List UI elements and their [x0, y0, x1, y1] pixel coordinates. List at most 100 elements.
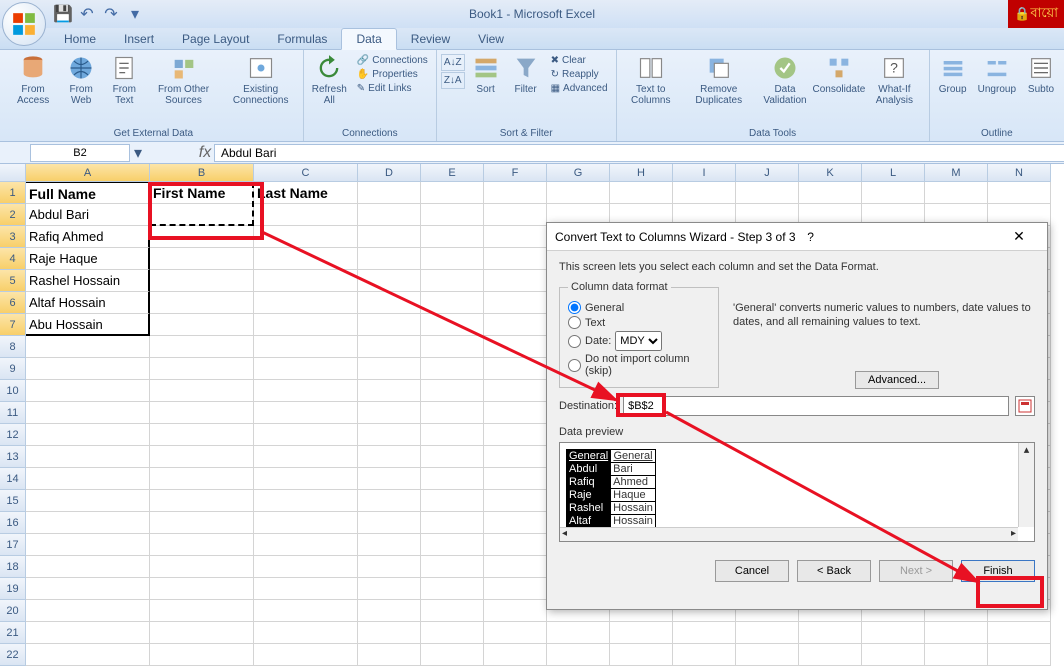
cell-E15[interactable]: [421, 490, 484, 512]
subtotal-button[interactable]: Subto: [1022, 52, 1060, 97]
next-button[interactable]: Next >: [879, 560, 953, 582]
cell-A3[interactable]: Rafiq Ahmed: [26, 226, 150, 248]
cell-F5[interactable]: [484, 270, 547, 292]
cell-I1[interactable]: [673, 182, 736, 204]
cell-B20[interactable]: [150, 600, 254, 622]
cell-I21[interactable]: [673, 622, 736, 644]
cell-D9[interactable]: [358, 358, 421, 380]
row-header-9[interactable]: 9: [0, 358, 26, 380]
radio-general[interactable]: General: [568, 301, 710, 314]
sort-asc-button[interactable]: A↓Z: [441, 54, 465, 71]
cell-B9[interactable]: [150, 358, 254, 380]
cell-E4[interactable]: [421, 248, 484, 270]
cell-B8[interactable]: [150, 336, 254, 358]
row-header-16[interactable]: 16: [0, 512, 26, 534]
col-header-H[interactable]: H: [610, 164, 673, 182]
cell-F4[interactable]: [484, 248, 547, 270]
cell-F14[interactable]: [484, 468, 547, 490]
back-button[interactable]: < Back: [797, 560, 871, 582]
reapply-button[interactable]: ↻Reapply: [547, 68, 612, 81]
cell-C18[interactable]: [254, 556, 358, 578]
col-header-B[interactable]: B: [150, 164, 254, 182]
cell-B19[interactable]: [150, 578, 254, 600]
date-format-select[interactable]: MDY: [615, 331, 662, 351]
row-header-12[interactable]: 12: [0, 424, 26, 446]
cell-M22[interactable]: [925, 644, 988, 666]
cell-A17[interactable]: [26, 534, 150, 556]
cell-A9[interactable]: [26, 358, 150, 380]
row-header-7[interactable]: 7: [0, 314, 26, 336]
cell-E21[interactable]: [421, 622, 484, 644]
cell-F18[interactable]: [484, 556, 547, 578]
col-header-L[interactable]: L: [862, 164, 925, 182]
cell-M1[interactable]: [925, 182, 988, 204]
cell-G21[interactable]: [547, 622, 610, 644]
cell-C14[interactable]: [254, 468, 358, 490]
cell-C7[interactable]: [254, 314, 358, 336]
cell-D4[interactable]: [358, 248, 421, 270]
select-all-corner[interactable]: [0, 164, 26, 182]
col-header-M[interactable]: M: [925, 164, 988, 182]
cell-E9[interactable]: [421, 358, 484, 380]
cell-A14[interactable]: [26, 468, 150, 490]
cell-B3[interactable]: [150, 226, 254, 248]
cell-D15[interactable]: [358, 490, 421, 512]
cell-J22[interactable]: [736, 644, 799, 666]
cell-N1[interactable]: [988, 182, 1051, 204]
cell-D14[interactable]: [358, 468, 421, 490]
cell-A8[interactable]: [26, 336, 150, 358]
cell-F7[interactable]: [484, 314, 547, 336]
office-button[interactable]: [2, 2, 46, 46]
cell-E18[interactable]: [421, 556, 484, 578]
tab-review[interactable]: Review: [397, 29, 464, 49]
cell-B18[interactable]: [150, 556, 254, 578]
cell-E7[interactable]: [421, 314, 484, 336]
col-header-E[interactable]: E: [421, 164, 484, 182]
tab-page-layout[interactable]: Page Layout: [168, 29, 263, 49]
cell-B10[interactable]: [150, 380, 254, 402]
remove-dup-button[interactable]: Remove Duplicates: [683, 52, 754, 108]
row-header-2[interactable]: 2: [0, 204, 26, 226]
cell-N22[interactable]: [988, 644, 1051, 666]
cell-E22[interactable]: [421, 644, 484, 666]
cell-B5[interactable]: [150, 270, 254, 292]
row-header-3[interactable]: 3: [0, 226, 26, 248]
cell-E13[interactable]: [421, 446, 484, 468]
row-header-4[interactable]: 4: [0, 248, 26, 270]
row-header-15[interactable]: 15: [0, 490, 26, 512]
cell-L22[interactable]: [862, 644, 925, 666]
row-header-19[interactable]: 19: [0, 578, 26, 600]
cell-A18[interactable]: [26, 556, 150, 578]
cell-F8[interactable]: [484, 336, 547, 358]
col-header-K[interactable]: K: [799, 164, 862, 182]
preview-vscroll[interactable]: ▴: [1018, 443, 1034, 527]
edit-links-button[interactable]: ✎Edit Links: [353, 82, 432, 95]
cell-F16[interactable]: [484, 512, 547, 534]
cell-D19[interactable]: [358, 578, 421, 600]
cell-C11[interactable]: [254, 402, 358, 424]
cell-B12[interactable]: [150, 424, 254, 446]
cell-F15[interactable]: [484, 490, 547, 512]
consolidate-button[interactable]: Consolidate: [816, 52, 863, 97]
cell-F3[interactable]: [484, 226, 547, 248]
from-access-button[interactable]: From Access: [8, 52, 58, 108]
row-header-18[interactable]: 18: [0, 556, 26, 578]
cell-D2[interactable]: [358, 204, 421, 226]
cell-A6[interactable]: Altaf Hossain: [26, 292, 150, 314]
cell-D8[interactable]: [358, 336, 421, 358]
cell-B6[interactable]: [150, 292, 254, 314]
cell-A12[interactable]: [26, 424, 150, 446]
save-icon[interactable]: 💾: [52, 3, 74, 25]
cell-G1[interactable]: [547, 182, 610, 204]
cell-C19[interactable]: [254, 578, 358, 600]
row-header-20[interactable]: 20: [0, 600, 26, 622]
radio-text[interactable]: Text: [568, 316, 710, 329]
cell-F22[interactable]: [484, 644, 547, 666]
radio-date[interactable]: Date: MDY: [568, 331, 710, 351]
cell-D10[interactable]: [358, 380, 421, 402]
cell-C22[interactable]: [254, 644, 358, 666]
advanced-button[interactable]: Advanced...: [855, 371, 939, 389]
cell-E5[interactable]: [421, 270, 484, 292]
cell-F10[interactable]: [484, 380, 547, 402]
undo-icon[interactable]: ↶: [76, 3, 98, 25]
